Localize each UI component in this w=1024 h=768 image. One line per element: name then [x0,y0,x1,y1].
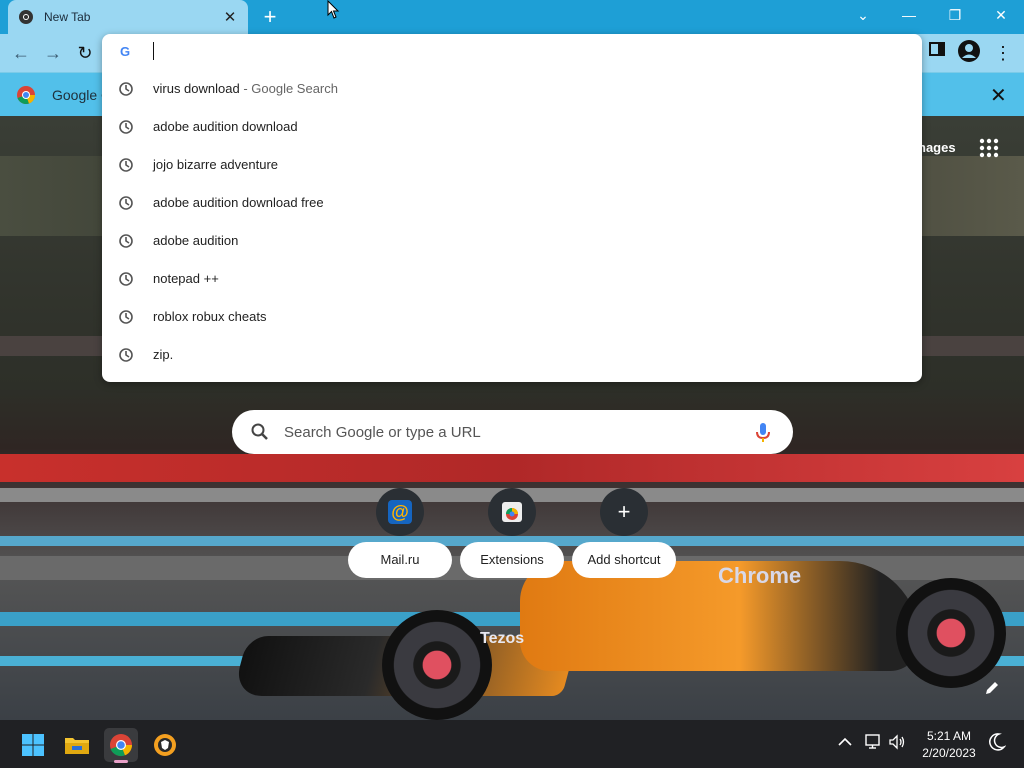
history-clock-icon [119,348,133,362]
history-clock-icon [119,310,133,324]
taskbar: 5:21 AM 2/20/2023 [0,720,1024,768]
window-close-button[interactable]: ✕ [978,0,1024,30]
google-apps-icon[interactable] [978,137,1000,159]
suggestion-item[interactable]: jojo bizarre adventure [102,146,922,184]
images-link[interactable]: nages [918,140,956,155]
restore-button[interactable]: ❐ [932,0,978,30]
car-sponsor-logo: Tezos [480,630,525,647]
mouse-cursor-icon [327,0,340,19]
network-icon[interactable] [864,733,882,754]
folder-icon [65,738,89,754]
history-clock-icon [119,120,133,134]
suggestion-item[interactable]: virus download - Google Search [102,70,922,108]
suggestion-suffix: - Google Search [239,81,338,96]
clock-time[interactable]: 5:21 AM [920,729,978,743]
history-clock-icon [119,158,133,172]
customize-pencil-icon[interactable] [984,680,1000,696]
chrome-taskbar-button[interactable] [104,728,138,763]
focus-moon-icon[interactable] [988,732,1007,755]
shield-browser-icon [154,734,176,756]
suggestion-item[interactable]: adobe audition [102,222,922,260]
history-clock-icon [119,272,133,286]
chrome-icon [19,10,33,24]
suggestion-item[interactable]: notepad ++ [102,260,922,298]
chrome-logo-icon [17,86,36,105]
suggestion-text: zip. [153,347,174,362]
car-front-wheel [382,610,492,720]
file-explorer-button[interactable] [60,728,94,762]
windows-start-icon [22,734,44,756]
browser-taskbar-button[interactable] [148,728,182,762]
plus-icon: + [600,488,648,536]
mailru-icon: @ [376,488,424,536]
suggestion-item[interactable]: adobe audition download [102,108,922,146]
omnibox-dropdown: G virus download - Google Search adobe a… [102,34,922,382]
history-clock-icon [119,196,133,210]
suggestion-text: virus download [153,81,240,96]
suggestion-text: adobe audition download free [153,195,324,210]
new-tab-button[interactable]: + [258,4,282,30]
suggestion-item[interactable]: zip. [102,336,922,374]
suggestion-text: notepad ++ [153,271,219,286]
shortcut-label: Add shortcut [572,542,676,578]
back-button[interactable]: ← [8,40,34,66]
chrome-icon [110,734,133,757]
suggestion-text: adobe audition [153,233,239,248]
search-icon [251,423,268,440]
side-panel-button[interactable] [924,40,950,66]
history-clock-icon [119,82,133,96]
google-g-icon: G [120,44,131,59]
start-button[interactable] [16,728,50,762]
forward-button[interactable]: → [40,40,66,66]
suggestion-text: roblox robux cheats [153,309,267,324]
tab-new-tab[interactable]: New Tab ✕ [8,0,248,34]
tray-overflow-chevron-icon[interactable] [838,734,852,750]
suggestion-text: jojo bizarre adventure [153,157,279,172]
suggestion-item[interactable]: roblox robux cheats [102,298,922,336]
search-placeholder: Search Google or type a URL [284,424,481,441]
google-search-box[interactable]: Search Google or type a URL [232,410,793,454]
shortcut-label: Mail.ru [348,542,452,578]
suggestion-item[interactable]: adobe audition download free [102,184,922,222]
menu-button[interactable]: ⋮ [990,40,1016,66]
suggestion-text: adobe audition download [153,119,298,134]
omnibox-input[interactable] [153,42,154,60]
tab-search-button[interactable]: ⌄ [840,0,886,30]
tab-title: New Tab [44,10,91,24]
microphone-icon[interactable] [754,422,772,444]
info-bar-close-icon[interactable]: ✕ [990,83,1007,108]
extensions-icon [488,488,536,536]
side-panel-icon [929,42,945,56]
tab-close-icon[interactable]: ✕ [222,8,238,26]
reload-button[interactable]: ↻ [72,40,98,66]
shortcut-label: Extensions [460,542,564,578]
avatar-icon [958,40,980,62]
minimize-button[interactable]: — [886,0,932,30]
car-rear-wheel [896,578,1006,688]
history-clock-icon [119,234,133,248]
title-bar: New Tab ✕ + ⌄ — ❐ ✕ [0,0,1024,34]
volume-icon[interactable] [888,733,906,754]
car-chrome-logo: Chrome [718,563,802,588]
profile-button[interactable] [956,40,982,66]
clock-date[interactable]: 2/20/2023 [916,746,982,760]
